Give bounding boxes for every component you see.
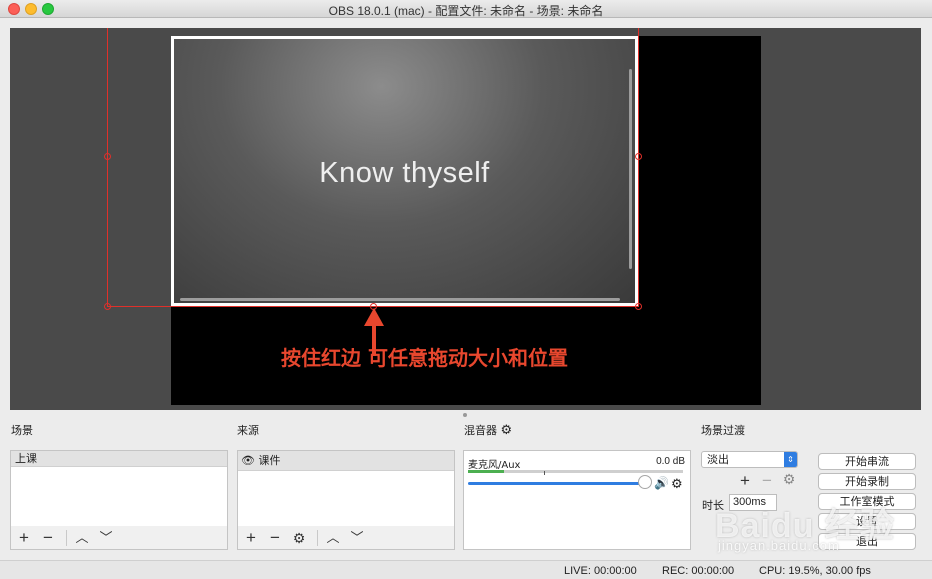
scene-item[interactable]: 上课	[11, 451, 227, 467]
baidu-watermark-url: jingyan.baidu.com	[718, 538, 840, 553]
audio-mixer-panel: 麦克风/Aux 0.0 dB 🔊 ⚙	[463, 450, 691, 550]
select-chevron-icon[interactable]: ⇕	[784, 452, 797, 467]
sources-dock-title: 来源	[237, 424, 259, 437]
sources-list[interactable]: 👁 课件	[237, 450, 455, 527]
scenes-toolbar: + − ︿ ﹀	[10, 526, 228, 550]
status-bar: LIVE: 00:00:00 REC: 00:00:00 CPU: 19.5%,…	[0, 560, 932, 579]
toolbar-separator	[66, 530, 67, 546]
resize-handle-right[interactable]	[635, 153, 642, 160]
mixer-settings-gear-icon[interactable]: ⚙	[501, 423, 513, 438]
move-source-down-button[interactable]: ﹀	[347, 528, 367, 548]
cpu-fps-readout: CPU: 19.5%, 30.00 fps	[759, 565, 871, 577]
transition-select-value: 淡出	[707, 453, 729, 466]
dock-splitter-handle[interactable]	[463, 413, 467, 417]
speaker-icon[interactable]: 🔊	[654, 476, 669, 490]
rec-timer: REC: 00:00:00	[662, 565, 735, 577]
annotation-text: 按住红边 可任意拖动大小和位置	[281, 346, 568, 370]
move-source-up-button[interactable]: ︿	[323, 528, 343, 548]
volume-meter	[468, 470, 683, 473]
remove-transition-button[interactable]: −	[758, 471, 776, 491]
transition-properties-gear-icon[interactable]: ⚙	[780, 471, 798, 488]
title-bar: OBS 18.0.1 (mac) - 配置文件: 未命名 - 场景: 未命名	[0, 0, 932, 18]
move-scene-up-button[interactable]: ︿	[72, 528, 92, 548]
volume-slider-knob[interactable]	[638, 475, 652, 489]
mixer-channel-db: 0.0 dB	[656, 456, 685, 467]
start-recording-button[interactable]: 开始录制	[818, 473, 916, 490]
scenes-list[interactable]: 上课	[10, 450, 228, 527]
add-scene-button[interactable]: +	[14, 528, 34, 548]
move-scene-down-button[interactable]: ﹀	[96, 528, 116, 548]
volume-slider[interactable]	[468, 482, 644, 485]
window-title: OBS 18.0.1 (mac) - 配置文件: 未命名 - 场景: 未命名	[328, 4, 604, 18]
transitions-dock-title: 场景过渡	[701, 424, 745, 437]
resize-handle-bottom-left[interactable]	[104, 303, 111, 310]
sources-toolbar: + − ⚙ ︿ ﹀	[237, 526, 455, 550]
toolbar-separator	[317, 530, 318, 546]
scenes-dock-title: 场景	[11, 424, 33, 437]
source-item-label: 课件	[258, 454, 281, 467]
add-source-button[interactable]: +	[241, 528, 261, 548]
resize-handle-bottom-right[interactable]	[635, 303, 642, 310]
source-properties-gear-icon[interactable]: ⚙	[289, 528, 309, 548]
obs-window: OBS 18.0.1 (mac) - 配置文件: 未命名 - 场景: 未命名 K…	[0, 0, 932, 579]
source-item[interactable]: 👁 课件	[238, 451, 454, 471]
live-timer: LIVE: 00:00:00	[564, 565, 637, 577]
eye-icon[interactable]: 👁	[241, 454, 255, 467]
volume-meter-tick	[544, 471, 545, 475]
start-streaming-button[interactable]: 开始串流	[818, 453, 916, 470]
channel-settings-gear-icon[interactable]: ⚙	[671, 476, 683, 492]
transition-select[interactable]: 淡出 ⇕	[701, 451, 798, 468]
mixer-title-label: 混音器	[464, 424, 497, 437]
add-transition-button[interactable]: +	[736, 471, 754, 491]
resize-handle-left[interactable]	[104, 153, 111, 160]
remove-scene-button[interactable]: −	[38, 528, 58, 548]
remove-source-button[interactable]: −	[265, 528, 285, 548]
volume-meter-level	[468, 470, 504, 473]
mixer-dock-title: 混音器 ⚙	[464, 422, 512, 438]
selection-bounding-box[interactable]	[107, 28, 639, 307]
mixer-channel-name: 麦克风/Aux	[468, 460, 521, 471]
